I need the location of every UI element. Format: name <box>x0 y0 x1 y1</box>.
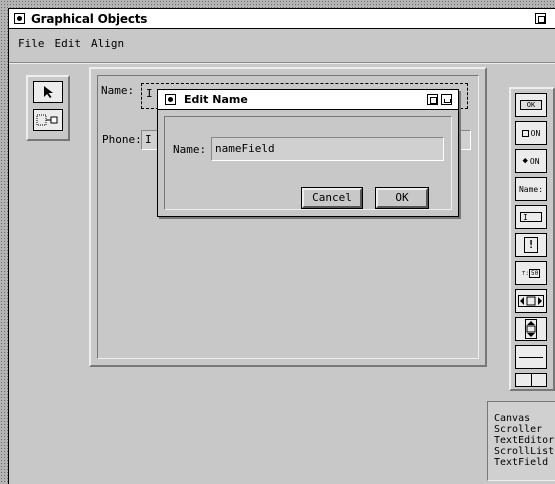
palette-hscroll-tool[interactable] <box>515 289 547 313</box>
class-list-item[interactable]: ScrollList <box>494 446 555 457</box>
vertical-line-icon <box>530 374 532 386</box>
palette-name-label: Name: <box>518 184 544 194</box>
arrow-cursor-icon <box>44 86 53 98</box>
dialog-collapse-icon[interactable] <box>441 94 452 105</box>
slider-icon: ⊤: <box>521 269 529 277</box>
palette-on-label-1: ON <box>530 128 541 138</box>
alert-icon: ! <box>524 237 538 253</box>
widget-palette: OK ON ◆ ON Name: I ! ⊤: 50 <box>509 87 555 391</box>
edit-name-dialog: Edit Name Name: nameField Cancel OK <box>157 89 459 217</box>
title-bar[interactable]: Graphical Objects <box>9 9 555 29</box>
palette-on-label-2: ON <box>529 156 540 166</box>
dialog-name-input[interactable]: nameField <box>211 137 444 161</box>
palette-label-tool[interactable]: Name: <box>515 177 547 201</box>
connect-tool-button[interactable] <box>33 109 63 131</box>
palette-vscroll-tool[interactable] <box>515 317 547 341</box>
class-list-item[interactable]: Scroller <box>494 424 555 435</box>
palette-textfield-glyph: I <box>520 212 542 222</box>
canvas-name-label: Name: <box>101 84 135 97</box>
palette-slider-label: 50 <box>529 268 541 278</box>
checkbox-icon <box>521 129 529 137</box>
palette-alert-tool[interactable]: ! <box>515 233 547 257</box>
dialog-name-label: Name: <box>173 143 207 156</box>
window-title: Graphical Objects <box>31 11 148 26</box>
main-window: Graphical Objects File Edit Align Name: … <box>8 8 555 484</box>
menu-file[interactable]: File <box>18 37 45 55</box>
tool-palette-left <box>26 75 70 141</box>
palette-slider-tool[interactable]: ⊤: 50 <box>515 261 547 285</box>
canvas-phone-label: Phone: <box>102 133 142 146</box>
dialog-close-icon[interactable] <box>165 94 176 105</box>
close-box-icon[interactable] <box>14 13 25 24</box>
dialog-title: Edit Name <box>184 93 248 106</box>
connect-objects-icon <box>36 114 58 126</box>
dialog-zoom-icon[interactable] <box>427 94 438 105</box>
palette-ok-label: OK <box>519 100 543 110</box>
class-list-item[interactable]: TextField <box>494 457 555 468</box>
vertical-scroller-icon <box>525 319 537 339</box>
horizontal-scroller-icon <box>518 295 544 307</box>
palette-hline-tool[interactable] <box>515 345 547 369</box>
arrow-tool-button[interactable] <box>33 81 63 103</box>
palette-checkbox-tool[interactable]: ON <box>515 121 547 145</box>
horizontal-line-icon <box>519 356 543 358</box>
radio-diamond-icon: ◆ <box>522 156 528 166</box>
palette-vline-tool[interactable] <box>515 373 547 387</box>
palette-textfield-tool[interactable]: I <box>515 205 547 229</box>
dialog-title-bar[interactable]: Edit Name <box>158 90 458 110</box>
class-list-item[interactable]: TextEditor <box>494 435 555 446</box>
class-list-item[interactable]: Canvas <box>494 413 555 424</box>
menu-bar: File Edit Align <box>9 37 124 55</box>
palette-radio-tool[interactable]: ◆ ON <box>515 149 547 173</box>
ok-button[interactable]: OK <box>375 187 429 209</box>
cancel-button[interactable]: Cancel <box>301 187 363 209</box>
menu-edit[interactable]: Edit <box>55 37 82 55</box>
class-list[interactable]: Canvas Scroller TextEditor ScrollList Te… <box>487 401 555 481</box>
palette-button-tool[interactable]: OK <box>515 93 547 117</box>
zoom-box-icon[interactable] <box>535 13 546 24</box>
menu-divider <box>9 62 555 64</box>
menu-align[interactable]: Align <box>91 37 124 55</box>
